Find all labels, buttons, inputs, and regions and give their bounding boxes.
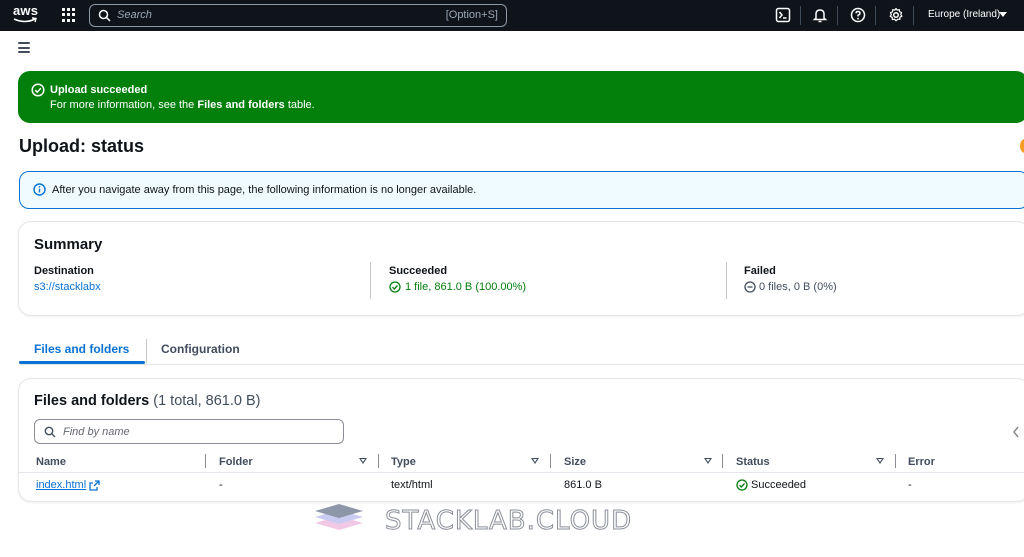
external-link-icon [89,479,100,491]
succeeded-value: 1 file, 861.0 B (100.00%) [389,281,526,293]
sort-icon[interactable] [531,458,539,464]
tab-configuration[interactable]: Configuration [161,342,240,356]
help-icon[interactable] [850,7,866,23]
sort-icon[interactable] [876,458,884,464]
success-check-icon [389,281,401,293]
success-check-icon [736,479,748,491]
file-type: text/html [391,479,433,491]
info-alert: After you navigate away from this page, … [19,171,1024,209]
chevron-down-icon[interactable] [999,12,1007,17]
failed-value: 0 files, 0 B (0%) [744,281,837,293]
destination-link[interactable]: s3://stacklabx [34,281,101,293]
filter-placeholder: Find by name [63,426,130,438]
banner-body: For more information, see the Files and … [50,99,315,111]
failed-value-text: 0 files, 0 B (0%) [759,281,837,293]
watermark: STACKLAB.CLOUD [313,502,713,537]
success-banner: Upload succeeded For more information, s… [18,71,1024,123]
succeeded-label: Succeeded [389,265,448,277]
column-header-size[interactable]: Size [564,456,586,468]
column-header-type[interactable]: Type [391,456,416,468]
banner-body-link: Files and folders [197,99,285,111]
file-name-text[interactable]: index.html [36,479,86,491]
file-status-text: Succeeded [751,479,807,491]
sort-icon[interactable] [359,458,367,464]
info-icon [33,183,46,196]
files-title-text: Files and folders [34,393,150,409]
search-icon [98,9,111,22]
aws-smile-icon [13,17,37,23]
file-error: - [908,479,912,491]
file-size: 861.0 B [564,479,602,491]
summary-title: Summary [34,236,103,253]
top-navigation: aws Search [Option+S] Europe (Ireland) [0,0,1024,31]
info-text: After you navigate away from this page, … [52,184,477,196]
chevron-left-icon[interactable] [1012,426,1020,438]
page-title: Upload: status [19,136,145,156]
banner-body-prefix: For more information, see the [50,99,198,111]
sort-icon[interactable] [704,458,712,464]
cloudshell-icon[interactable] [775,7,791,23]
minus-circle-icon [744,281,756,293]
help-panel-indicator[interactable] [1020,139,1024,153]
watermark-text: STACKLAB.CLOUD [384,506,633,537]
failed-label: Failed [744,265,776,277]
column-header-error[interactable]: Error [908,456,935,468]
banner-title: Upload succeeded [50,84,148,96]
aws-logo[interactable]: aws [13,3,43,25]
find-by-name-input[interactable]: Find by name [34,419,344,444]
files-table-title: Files and folders (1 total, 861.0 B) [34,393,260,409]
search-placeholder: Search [117,9,152,21]
aws-logo-text: aws [13,3,39,18]
summary-container: Summary Destination s3://stacklabx Succe… [19,222,1024,315]
gear-icon[interactable] [888,7,904,23]
column-header-name[interactable]: Name [36,456,66,468]
destination-label: Destination [34,265,94,277]
bell-icon[interactable] [812,7,828,23]
file-folder: - [219,479,223,491]
succeeded-value-text: 1 file, 861.0 B (100.00%) [405,281,527,293]
file-status: Succeeded [736,479,806,491]
search-shortcut: [Option+S] [445,9,498,21]
file-name-link[interactable]: index.html [36,479,100,491]
column-header-folder[interactable]: Folder [219,456,253,468]
column-header-status[interactable]: Status [736,456,770,468]
search-icon [44,426,56,438]
files-table-container: Files and folders (1 total, 861.0 B) Fin… [19,379,1024,501]
stack-logo-icon [315,504,363,530]
success-check-icon [31,83,45,97]
tab-files-and-folders[interactable]: Files and folders [34,342,129,356]
search-input[interactable]: Search [Option+S] [89,4,507,27]
menu-icon[interactable] [18,42,30,53]
region-selector[interactable]: Europe (Ireland) [928,9,1000,20]
files-count: (1 total, 861.0 B) [153,393,261,409]
banner-body-suffix: table. [284,99,315,111]
services-grid-icon[interactable] [62,8,76,22]
